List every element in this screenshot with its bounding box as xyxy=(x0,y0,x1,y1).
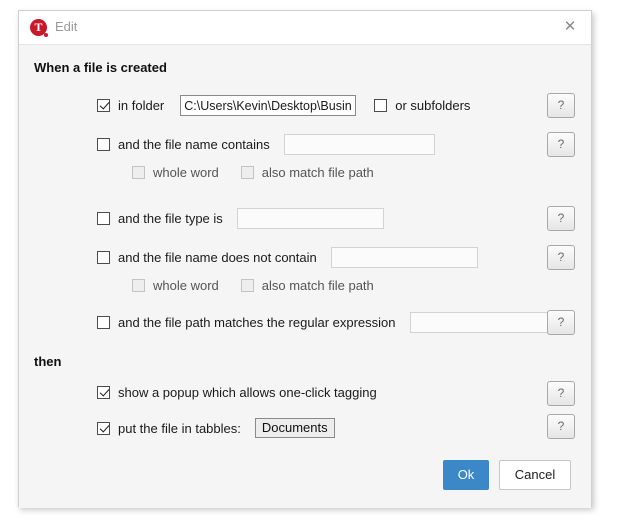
show-popup-checkbox[interactable] xyxy=(97,386,110,399)
name-contains-input[interactable] xyxy=(283,134,435,155)
regex-label: and the file path matches the regular ex… xyxy=(118,315,396,330)
rule-row-file-type: and the file type is xyxy=(97,208,384,229)
help-button-name-contains[interactable]: ? xyxy=(547,132,575,157)
name-not-contains-checkbox[interactable] xyxy=(97,251,110,264)
name-not-contains-match-path-checkbox[interactable] xyxy=(240,279,254,292)
name-contains-label: and the file name contains xyxy=(118,137,270,152)
help-button-in-folder[interactable]: ? xyxy=(547,93,575,118)
title-bar: T Edit ✕ xyxy=(19,11,591,45)
rule-row-regex: and the file path matches the regular ex… xyxy=(97,312,557,333)
ok-button[interactable]: Ok xyxy=(443,460,489,490)
sub-row-name-not-contains-options: whole word also match file path xyxy=(132,278,374,293)
put-in-tabbles-label: put the file in tabbles: xyxy=(118,420,241,436)
action-row-popup: show a popup which allows one-click tagg… xyxy=(97,385,377,400)
show-popup-label: show a popup which allows one-click tagg… xyxy=(118,385,377,400)
name-contains-whole-word-label: whole word xyxy=(153,165,219,180)
in-folder-label: in folder xyxy=(118,98,165,113)
name-contains-whole-word-checkbox[interactable] xyxy=(132,166,145,179)
help-button-file-type[interactable]: ? xyxy=(547,206,575,231)
action-row-put-in-tabbles: put the file in tabbles: Documents xyxy=(97,418,335,438)
tabbles-logo-icon: T xyxy=(30,19,48,37)
rule-row-name-not-contains: and the file name does not contain xyxy=(97,247,478,268)
dialog-body: When a file is created in folder or subf… xyxy=(19,45,591,508)
window-title: Edit xyxy=(55,19,78,34)
sub-row-name-contains-options: whole word also match file path xyxy=(132,165,374,180)
help-button-show-popup[interactable]: ? xyxy=(547,381,575,406)
regex-input[interactable] xyxy=(409,312,557,333)
tabble-chip-documents[interactable]: Documents xyxy=(254,418,335,438)
file-type-input[interactable] xyxy=(236,208,384,229)
name-contains-match-path-checkbox[interactable] xyxy=(240,166,254,179)
put-in-tabbles-checkbox[interactable] xyxy=(97,421,110,435)
file-type-checkbox[interactable] xyxy=(97,212,110,225)
file-type-label: and the file type is xyxy=(118,211,223,226)
name-contains-match-path-label: also match file path xyxy=(261,165,374,180)
or-subfolders-checkbox[interactable] xyxy=(374,99,388,112)
in-folder-path-input[interactable] xyxy=(180,95,357,116)
cancel-button[interactable]: Cancel xyxy=(499,460,571,490)
name-not-contains-match-path-label: also match file path xyxy=(261,278,374,293)
in-folder-checkbox[interactable] xyxy=(97,99,110,112)
name-not-contains-input[interactable] xyxy=(330,247,478,268)
help-button-regex[interactable]: ? xyxy=(547,310,575,335)
regex-checkbox[interactable] xyxy=(97,316,110,329)
edit-rule-dialog: T Edit ✕ When a file is created in folde… xyxy=(18,10,592,508)
close-icon[interactable]: ✕ xyxy=(549,11,591,43)
name-not-contains-whole-word-label: whole word xyxy=(153,278,219,293)
name-not-contains-label: and the file name does not contain xyxy=(118,250,317,265)
or-subfolders-label: or subfolders xyxy=(395,98,471,113)
help-button-put-in-tabbles[interactable]: ? xyxy=(547,414,575,439)
rule-row-in-folder: in folder or subfolders xyxy=(97,95,470,116)
then-section-header: then xyxy=(34,354,62,369)
when-section-header: When a file is created xyxy=(34,60,167,75)
name-not-contains-whole-word-checkbox[interactable] xyxy=(132,279,145,292)
rule-row-name-contains: and the file name contains xyxy=(97,134,435,155)
help-button-name-not-contains[interactable]: ? xyxy=(547,245,575,270)
name-contains-checkbox[interactable] xyxy=(97,138,110,151)
